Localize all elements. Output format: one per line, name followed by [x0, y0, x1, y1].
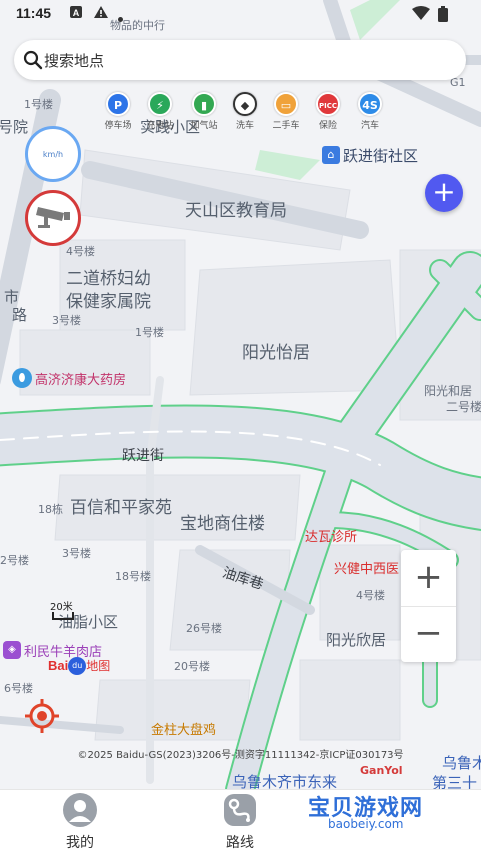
- user-icon: [62, 792, 98, 828]
- logo-text: Bai: [48, 658, 69, 673]
- crosshair-icon: [24, 699, 60, 738]
- zoom-controls: + −: [401, 550, 456, 662]
- label-building-20[interactable]: 20号楼: [174, 658, 210, 674]
- label-building-18[interactable]: 18号楼: [115, 568, 151, 584]
- poi-carwash[interactable]: ◆ 洗车: [225, 92, 265, 140]
- speedometer-widget[interactable]: km/h: [25, 126, 81, 182]
- watermark-badge: GanYol: [360, 764, 403, 777]
- status-time: 11:45: [16, 5, 52, 21]
- poi-label: 汽车: [360, 121, 379, 131]
- label-xingjian[interactable]: 兴健中西医: [334, 558, 399, 577]
- label-top-left-fragment[interactable]: 号院: [0, 116, 28, 137]
- label-dawa-clinic[interactable]: 达瓦诊所: [305, 526, 357, 545]
- label-yuejin-street[interactable]: 跃进街: [122, 445, 164, 465]
- label-building-4[interactable]: 4号楼: [66, 243, 95, 259]
- label-building-6[interactable]: 6号楼: [4, 680, 33, 696]
- label-yangguang-xinju[interactable]: 阳光欣居: [326, 629, 386, 650]
- zoom-in-button[interactable]: +: [401, 550, 456, 606]
- label-baixin[interactable]: 百信和平家苑: [70, 493, 172, 518]
- poi-label: 加气站: [190, 121, 218, 131]
- nav-route-label: 路线: [226, 835, 254, 851]
- label-baodi[interactable]: 宝地商住楼: [180, 509, 265, 534]
- used-car-icon: ▭: [274, 92, 298, 116]
- label-top-building-left[interactable]: 1号楼: [24, 96, 53, 112]
- poi-shortcut-row: P 停车场 ⚡ 充电站 ▮ 加气站 ◆ 洗车 ▭ 二手车 PICC 保险 4S …: [98, 92, 398, 140]
- label-road-left-2[interactable]: 路: [12, 304, 27, 325]
- poi-used-car[interactable]: ▭ 二手车: [266, 92, 306, 140]
- route-icon: [222, 792, 258, 828]
- nav-mine-label: 我的: [66, 835, 94, 851]
- nav-route[interactable]: 路线: [200, 792, 280, 854]
- add-button[interactable]: +: [425, 174, 463, 212]
- search-input[interactable]: 搜索地点: [44, 50, 104, 71]
- label-building-3b[interactable]: 3号楼: [62, 545, 91, 561]
- label-jinzhu[interactable]: 金柱大盘鸡: [151, 719, 216, 738]
- wifi-icon: [412, 6, 430, 24]
- search-icon[interactable]: [23, 50, 43, 70]
- label-building-1[interactable]: 1号楼: [135, 324, 164, 340]
- label-building-2-right[interactable]: 二号楼: [446, 398, 481, 415]
- poi-label: 停车场: [104, 121, 132, 131]
- poi-label: 充电站: [146, 121, 174, 131]
- paw-icon: du: [68, 656, 87, 675]
- map-copyright: ©2025 Baidu-GS(2023)3206号-测资字11111342-京I…: [77, 750, 404, 761]
- label-building-4b[interactable]: 4号楼: [356, 587, 385, 603]
- charging-station-icon: ⚡: [148, 92, 172, 116]
- gas-station-icon: ▮: [192, 92, 216, 116]
- label-building-3[interactable]: 3号楼: [52, 312, 81, 328]
- label-yangguang-yiju[interactable]: 阳光怡居: [242, 338, 310, 363]
- zoom-out-button[interactable]: −: [401, 606, 456, 662]
- community-icon: ⌂: [322, 146, 340, 164]
- label-building-2[interactable]: 2号楼: [0, 552, 29, 568]
- poi-parking[interactable]: P 停车场: [98, 92, 138, 140]
- poi-label: 二手车: [272, 121, 300, 131]
- label-pharmacy[interactable]: 高济济康大药房: [35, 369, 126, 388]
- baidu-map-logo: Bai du 地图: [48, 655, 138, 677]
- traffic-camera-button[interactable]: [25, 190, 81, 246]
- battery-icon: [438, 6, 448, 26]
- watermark-overlay: GanYol 宝贝游戏网 baobeiy.com: [300, 762, 481, 832]
- svg-text:A: A: [73, 8, 80, 18]
- poi-gas[interactable]: ▮ 加气站: [184, 92, 224, 140]
- label-yangguang-hexi[interactable]: 阳光和居: [424, 382, 472, 399]
- search-bar[interactable]: 搜索地点: [14, 40, 466, 80]
- label-hospital-line1[interactable]: 二道桥妇幼: [66, 264, 151, 289]
- poi-charging[interactable]: ⚡ 充电站: [140, 92, 180, 140]
- scale-text: 20米: [50, 602, 73, 613]
- label-building-18-left[interactable]: 18栋: [38, 501, 63, 517]
- logo-suffix: 地图: [86, 659, 111, 673]
- pharmacy-icon: ⬮: [12, 368, 32, 388]
- poi-label: 洗车: [235, 121, 254, 131]
- insurance-icon: PICC: [316, 92, 340, 116]
- poi-insurance[interactable]: PICC 保险: [308, 92, 348, 140]
- map-scale: 20米: [50, 598, 78, 624]
- label-building-26[interactable]: 26号楼: [186, 620, 222, 636]
- warning-icon: [94, 6, 108, 22]
- label-community[interactable]: 跃进街社区: [343, 145, 418, 166]
- scale-bar: [52, 612, 74, 620]
- speed-unit: km/h: [42, 150, 64, 159]
- poi-label: 保险: [318, 121, 337, 131]
- label-education-bureau[interactable]: 天山区教育局: [185, 196, 287, 221]
- camera-icon: [34, 203, 74, 237]
- label-hospital-line2[interactable]: 保健家属院: [66, 287, 151, 312]
- poi-car[interactable]: 4S 汽车: [350, 92, 390, 140]
- parking-icon: P: [106, 92, 130, 116]
- status-bar: 11:45 A: [0, 0, 481, 28]
- watermark-sub: baobeiy.com: [328, 817, 404, 831]
- car-wash-icon: ◆: [233, 92, 257, 116]
- locate-button[interactable]: [24, 698, 60, 734]
- shop-icon: ◈: [3, 641, 21, 659]
- nav-mine[interactable]: 我的: [40, 792, 120, 854]
- plus-icon: +: [432, 175, 456, 208]
- font-icon: A: [70, 6, 82, 22]
- car-dealer-icon: 4S: [358, 92, 382, 116]
- dot-icon: [118, 11, 123, 26]
